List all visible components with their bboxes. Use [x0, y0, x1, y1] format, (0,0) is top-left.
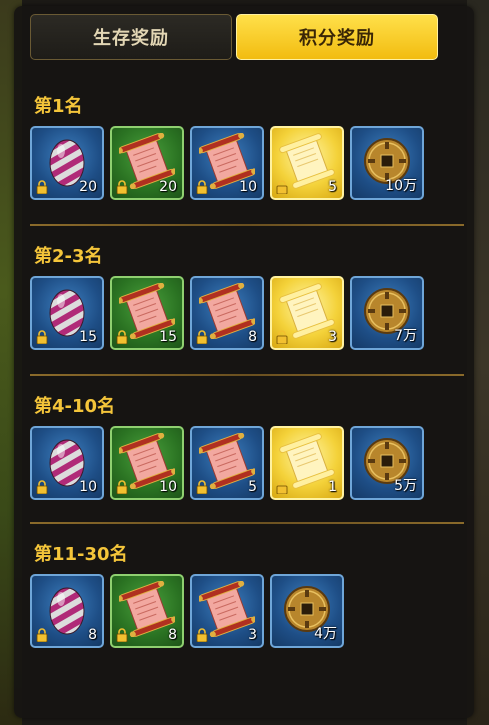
lock-icon: [116, 329, 128, 345]
lock-icon: [116, 179, 128, 195]
lock-icon: [116, 627, 128, 643]
reward-item[interactable]: 10: [110, 426, 184, 500]
item-quantity: 3: [248, 627, 257, 643]
item-quantity: 10: [239, 179, 257, 195]
reward-item[interactable]: 10: [30, 426, 104, 500]
reward-item[interactable]: 10万: [350, 126, 424, 200]
reward-item[interactable]: 4万: [270, 574, 344, 648]
reward-item[interactable]: 5万: [350, 426, 424, 500]
reward-item[interactable]: 15: [30, 276, 104, 350]
lock-icon: [36, 479, 48, 495]
reward-item[interactable]: 3: [270, 276, 344, 350]
lock-icon: [36, 627, 48, 643]
item-quantity: 15: [79, 329, 97, 345]
item-quantity: 10: [159, 479, 177, 495]
item-quantity: 5万: [394, 478, 417, 494]
item-quantity: 1: [328, 479, 337, 495]
section-divider: [30, 522, 464, 524]
item-quantity: 3: [328, 329, 337, 345]
reward-item[interactable]: 8: [110, 574, 184, 648]
reward-item[interactable]: 15: [110, 276, 184, 350]
rank-title: 第2-3名: [34, 246, 103, 267]
reward-item[interactable]: 1: [270, 426, 344, 500]
reward-item[interactable]: 8: [190, 276, 264, 350]
item-quantity: 8: [88, 627, 97, 643]
reward-item[interactable]: 20: [110, 126, 184, 200]
reward-item[interactable]: 3: [190, 574, 264, 648]
lock-icon: [36, 329, 48, 345]
item-quantity: 5: [248, 479, 257, 495]
reward-item[interactable]: 20: [30, 126, 104, 200]
item-quantity: 20: [79, 179, 97, 195]
item-quantity: 15: [159, 329, 177, 345]
rank-title: 第1名: [34, 96, 83, 117]
section-divider: [30, 224, 464, 226]
lock-icon: [196, 627, 208, 643]
lock-icon: [276, 179, 288, 195]
lock-icon: [276, 329, 288, 345]
reward-item-row: 10 10 5 1 5万: [30, 426, 424, 500]
rank-title: 第11-30名: [34, 544, 128, 565]
item-quantity: 20: [159, 179, 177, 195]
reward-item[interactable]: 5: [270, 126, 344, 200]
reward-item[interactable]: 10: [190, 126, 264, 200]
reward-item-row: 20 20 10 5 10万: [30, 126, 424, 200]
reward-tabs: 生存奖励 积分奖励: [30, 14, 438, 60]
reward-item[interactable]: 5: [190, 426, 264, 500]
lock-icon: [196, 479, 208, 495]
lock-icon: [36, 179, 48, 195]
item-quantity: 5: [328, 179, 337, 195]
section-divider: [30, 374, 464, 376]
reward-item[interactable]: 8: [30, 574, 104, 648]
reward-item[interactable]: 7万: [350, 276, 424, 350]
item-quantity: 8: [168, 627, 177, 643]
reward-item-row: 8 8 3 4万: [30, 574, 344, 648]
lock-icon: [196, 329, 208, 345]
item-quantity: 10: [79, 479, 97, 495]
item-quantity: 8: [248, 329, 257, 345]
tab-points-rewards[interactable]: 积分奖励: [236, 14, 438, 60]
item-quantity: 7万: [394, 328, 417, 344]
item-quantity: 10万: [385, 178, 417, 194]
lock-icon: [116, 479, 128, 495]
lock-icon: [196, 179, 208, 195]
item-quantity: 4万: [314, 626, 337, 642]
tab-survival-rewards[interactable]: 生存奖励: [30, 14, 232, 60]
reward-item-row: 15 15 8 3 7万: [30, 276, 424, 350]
lock-icon: [276, 479, 288, 495]
rank-title: 第4-10名: [34, 396, 116, 417]
